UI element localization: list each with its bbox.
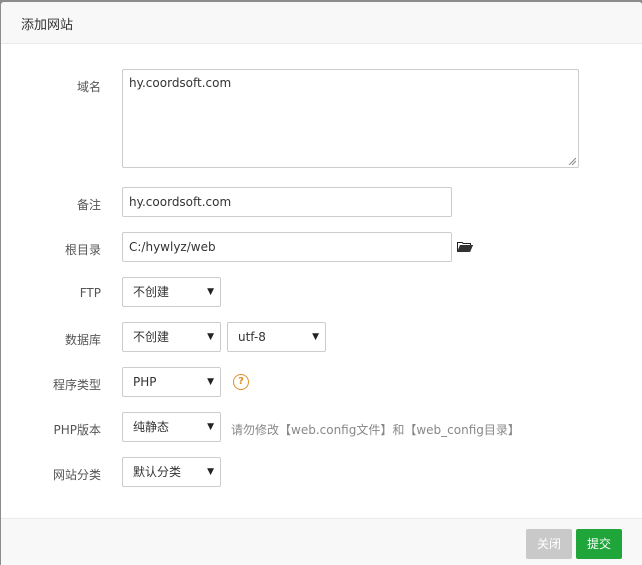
php-version-hint: 请勿修改【web.config文件】和【web_config目录】 <box>231 423 520 437</box>
program-type-label: 程序类型 <box>52 378 101 392</box>
chevron-down-icon: ▼ <box>207 287 214 297</box>
database-charset-select[interactable]: utf-8 ▼ <box>227 322 326 352</box>
chevron-down-icon: ▼ <box>207 422 214 432</box>
dialog-title: 添加网站 <box>21 18 74 33</box>
dialog-footer: 关闭 提交 <box>1 518 642 565</box>
submit-button[interactable]: 提交 <box>576 529 622 559</box>
root-dir-input[interactable]: C:/hywlyz/web <box>122 232 452 262</box>
domain-value: hy.coordsoft.com <box>129 76 232 90</box>
remark-label: 备注 <box>76 198 101 212</box>
domain-label: 域名 <box>76 80 101 94</box>
php-version-label: PHP版本 <box>53 423 102 437</box>
domain-textarea[interactable]: hy.coordsoft.com <box>122 69 579 168</box>
program-type-select[interactable]: PHP ▼ <box>122 367 221 397</box>
database-select[interactable]: 不创建 ▼ <box>122 322 221 352</box>
php-version-value: 纯静态 <box>133 420 170 434</box>
dialog-title-bar: 添加网站 <box>1 2 642 44</box>
folder-open-icon[interactable] <box>457 241 473 253</box>
remark-value: hy.coordsoft.com <box>129 195 232 209</box>
php-version-select[interactable]: 纯静态 ▼ <box>122 412 221 442</box>
database-label: 数据库 <box>64 333 101 347</box>
database-select-value: 不创建 <box>133 330 170 344</box>
site-category-select[interactable]: 默认分类 ▼ <box>122 457 221 487</box>
chevron-down-icon: ▼ <box>312 332 319 342</box>
ftp-label: FTP <box>79 286 101 300</box>
ftp-select[interactable]: 不创建 ▼ <box>122 277 221 307</box>
root-dir-label: 根目录 <box>64 243 101 257</box>
site-category-value: 默认分类 <box>133 465 182 479</box>
chevron-down-icon: ▼ <box>207 467 214 477</box>
ftp-select-value: 不创建 <box>133 285 170 299</box>
resize-grip-icon[interactable] <box>568 157 576 165</box>
close-button[interactable]: 关闭 <box>526 529 572 559</box>
add-website-dialog: 添加网站 域名 hy.coordsoft.com 备注 hy.coordsoft… <box>1 2 642 565</box>
site-category-label: 网站分类 <box>52 468 101 482</box>
chevron-down-icon: ▼ <box>207 332 214 342</box>
question-circle-icon[interactable]: ? <box>233 374 249 390</box>
chevron-down-icon: ▼ <box>207 377 214 387</box>
program-type-value: PHP <box>133 375 157 389</box>
database-charset-value: utf-8 <box>238 330 266 344</box>
remark-input[interactable]: hy.coordsoft.com <box>122 187 452 217</box>
root-dir-value: C:/hywlyz/web <box>129 240 216 254</box>
